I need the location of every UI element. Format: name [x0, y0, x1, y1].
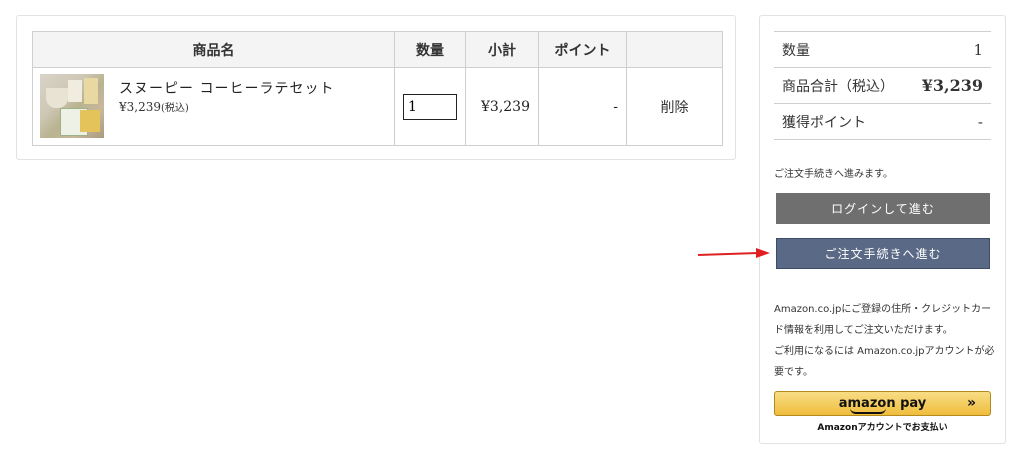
header-product: 商品名	[32, 31, 395, 68]
product-name[interactable]: スヌーピー コーヒーラテセット	[119, 78, 334, 98]
subtotal-cell: ¥3,239	[465, 67, 539, 146]
product-thumbnail[interactable]	[40, 74, 104, 138]
points-cell: -	[538, 67, 627, 146]
header-points: ポイント	[538, 31, 627, 68]
summary-total-label: 商品合計（税込）	[782, 78, 894, 95]
header-action	[626, 31, 723, 68]
table-row: スヌーピー コーヒーラテセット ¥3,239(税込) ¥3,239 - 削除	[32, 67, 723, 146]
amazon-pay-caption: Amazonアカウントでお支払い	[817, 423, 948, 433]
header-quantity: 数量	[394, 31, 466, 68]
amazon-smile-icon	[850, 408, 886, 414]
delete-link[interactable]: 削除	[626, 67, 723, 146]
checkout-button[interactable]: ご注文手続きへ進む	[776, 238, 990, 269]
summary-total-value: ¥3,239	[921, 76, 983, 95]
product-price-value: ¥3,239	[119, 100, 161, 114]
quantity-cell	[394, 67, 466, 146]
amazon-pay-button[interactable]: amazon pay »	[774, 391, 991, 416]
summary-points-value: -	[977, 112, 983, 131]
login-and-proceed-button[interactable]: ログインして進む	[776, 193, 990, 224]
proceed-note: ご注文手続きへ進みます。	[774, 169, 893, 180]
summary-total-row: 商品合計（税込） ¥3,239	[774, 67, 991, 103]
amazon-note-1: Amazon.co.jpにご登録の住所・クレジットカード情報を利用してご注文いた…	[774, 304, 992, 336]
summary-points-row: 獲得ポイント -	[774, 103, 991, 139]
cart-table: 商品名 数量 小計 ポイント スヌーピー コーヒーラテセット ¥3,239(税込…	[32, 31, 723, 146]
product-price: ¥3,239(税込)	[119, 99, 189, 114]
red-arrow-icon	[698, 248, 770, 258]
summary-divider	[774, 139, 991, 140]
cart-panel: 商品名 数量 小計 ポイント スヌーピー コーヒーラテセット ¥3,239(税込…	[16, 15, 736, 160]
amazon-pay-note: Amazon.co.jpにご登録の住所・クレジットカード情報を利用してご注文いた…	[774, 299, 996, 383]
quantity-input[interactable]	[403, 93, 457, 120]
summary-quantity-label: 数量	[782, 42, 810, 59]
product-price-tax-note: (税込)	[161, 103, 189, 114]
header-subtotal: 小計	[465, 31, 539, 68]
summary-quantity-value: 1	[973, 40, 983, 59]
cart-header-row: 商品名 数量 小計 ポイント	[32, 31, 723, 68]
order-summary-sidebar: 数量 1 商品合計（税込） ¥3,239 獲得ポイント - ご注文手続きへ進みま…	[759, 15, 1006, 444]
summary-quantity-row: 数量 1	[774, 31, 991, 67]
summary-points-label: 獲得ポイント	[782, 114, 866, 131]
chevron-right-icon: »	[966, 395, 976, 411]
product-cell: スヌーピー コーヒーラテセット ¥3,239(税込)	[32, 67, 395, 146]
amazon-note-2: ご利用になるには Amazon.co.jpアカウントが必要です。	[774, 346, 995, 378]
